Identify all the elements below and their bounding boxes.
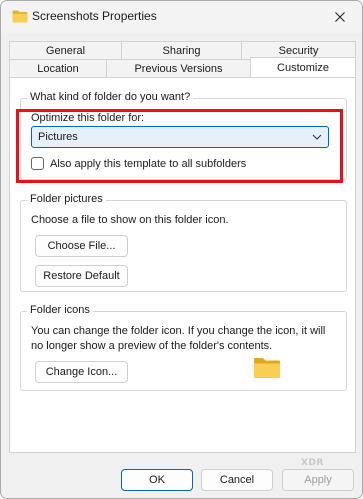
tab-label: Sharing xyxy=(162,44,201,57)
button-label: Cancel xyxy=(219,474,255,486)
tab-location[interactable]: Location xyxy=(9,59,107,77)
button-label: Choose File... xyxy=(47,240,116,252)
cancel-button[interactable]: Cancel xyxy=(201,469,273,491)
folder-preview-icon xyxy=(254,358,280,378)
button-label: Change Icon... xyxy=(45,366,118,378)
folder-type-legend: What kind of folder do you want? xyxy=(27,91,194,103)
change-icon-button[interactable]: Change Icon... xyxy=(35,361,128,383)
close-button[interactable] xyxy=(318,1,362,33)
properties-dialog: Screenshots Properties General Sharing S… xyxy=(0,0,363,499)
title-bar[interactable]: Screenshots Properties xyxy=(1,1,362,33)
tab-row-front: Location Previous Versions Customize xyxy=(9,57,356,77)
tab-previous-versions[interactable]: Previous Versions xyxy=(106,59,251,77)
choose-file-button[interactable]: Choose File... xyxy=(35,235,128,257)
tab-sharing[interactable]: Sharing xyxy=(121,41,242,59)
folder-pictures-legend: Folder pictures xyxy=(27,193,106,205)
ok-button[interactable]: OK xyxy=(121,469,193,491)
folder-icons-legend: Folder icons xyxy=(27,304,93,316)
folder-icons-group: Folder icons You can change the folder i… xyxy=(20,304,347,391)
window-title: Screenshots Properties xyxy=(32,9,157,23)
apply-button[interactable]: Apply xyxy=(282,469,354,491)
folder-pictures-group: Folder pictures Choose a file to show on… xyxy=(20,193,347,292)
tab-label: Location xyxy=(37,62,79,75)
tab-label: Previous Versions xyxy=(134,62,223,75)
tab-label: Customize xyxy=(277,61,329,74)
tab-general[interactable]: General xyxy=(9,41,122,59)
close-icon xyxy=(335,12,345,22)
folder-icons-description-line1: You can change the folder icon. If you c… xyxy=(31,325,326,337)
folder-icons-description-line2: no longer show a preview of the folder's… xyxy=(31,340,273,352)
button-label: Apply xyxy=(304,474,332,486)
tab-customize[interactable]: Customize xyxy=(250,57,356,77)
tab-label: Security xyxy=(278,44,319,57)
restore-default-button[interactable]: Restore Default xyxy=(35,265,128,287)
customize-panel: What kind of folder do you want? Optimiz… xyxy=(9,77,356,453)
watermark-text: XDR xyxy=(301,458,324,468)
tab-label: General xyxy=(45,44,86,57)
button-label: OK xyxy=(149,474,165,486)
highlight-annotation xyxy=(16,109,343,183)
folder-icon xyxy=(12,10,28,23)
button-label: Restore Default xyxy=(43,270,120,282)
folder-pictures-description: Choose a file to show on this folder ico… xyxy=(31,214,229,226)
